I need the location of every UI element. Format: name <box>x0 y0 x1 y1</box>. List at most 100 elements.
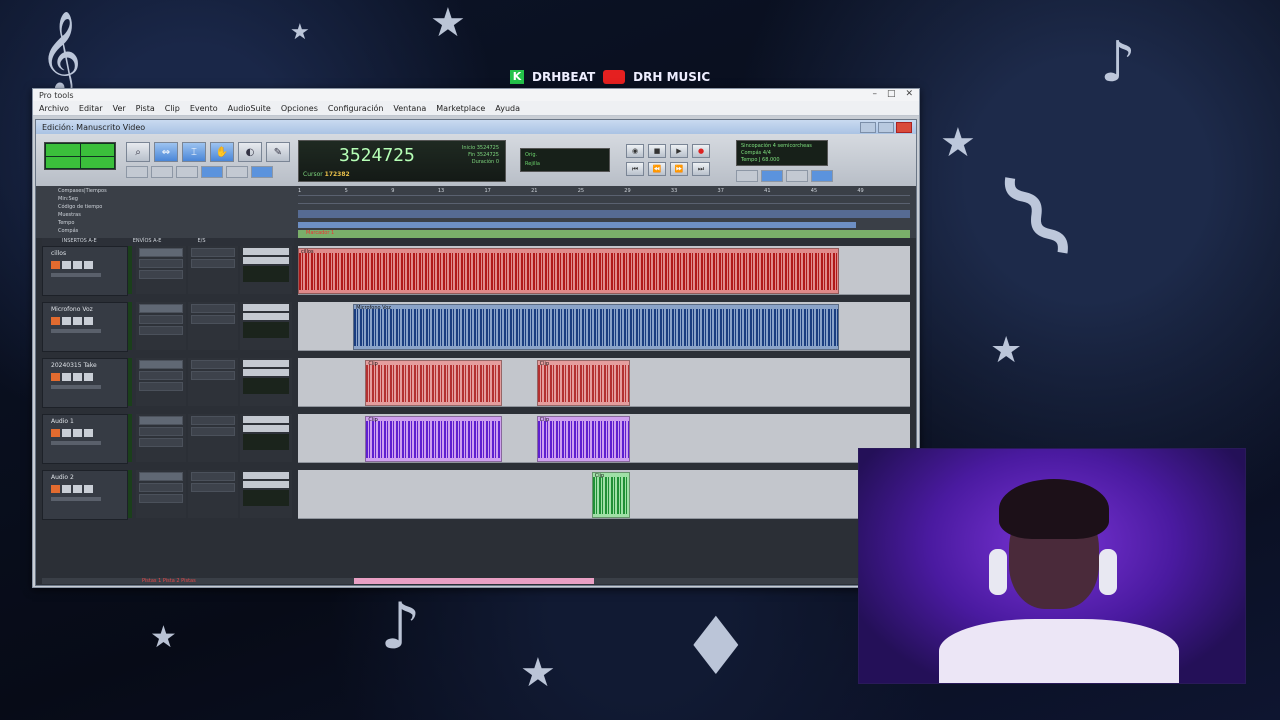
insert-slot[interactable] <box>139 416 183 425</box>
track-header[interactable]: Audio 1 <box>42 414 128 464</box>
send-slot[interactable] <box>191 304 235 313</box>
midi-merge-button[interactable] <box>786 170 808 182</box>
insert-slot[interactable] <box>139 315 183 324</box>
fast-forward-button[interactable]: ⏩ <box>670 162 688 176</box>
send-slot[interactable] <box>191 472 235 481</box>
audio-clip[interactable]: Clip <box>536 416 631 462</box>
audio-clip[interactable]: Clip <box>365 416 502 462</box>
mute-button[interactable] <box>84 429 93 437</box>
track-playlist-lane[interactable]: Clip Clip <box>298 358 910 407</box>
audio-clip[interactable]: Microfono Voz <box>353 304 839 350</box>
tool-option-6[interactable] <box>251 166 273 178</box>
insert-slot[interactable] <box>139 382 183 391</box>
solo-button[interactable] <box>73 261 82 269</box>
record-enable-button[interactable] <box>51 485 60 493</box>
volume-pan-display[interactable] <box>243 266 289 282</box>
send-slot[interactable] <box>191 360 235 369</box>
mute-button[interactable] <box>84 261 93 269</box>
menu-evento[interactable]: Evento <box>190 104 218 113</box>
selector-tool-icon[interactable]: ⌶ <box>182 142 206 162</box>
menu-ayuda[interactable]: Ayuda <box>495 104 520 113</box>
tool-option-1[interactable] <box>126 166 148 178</box>
insert-slot[interactable] <box>139 360 183 369</box>
edit-maximize-button[interactable] <box>878 122 894 133</box>
audio-clip[interactable]: Clip <box>591 472 631 518</box>
tool-option-4[interactable] <box>201 166 223 178</box>
record-enable-button[interactable] <box>51 261 60 269</box>
solo-button[interactable] <box>73 373 82 381</box>
input-monitor-button[interactable] <box>62 261 71 269</box>
volume-pan-display[interactable] <box>243 434 289 450</box>
mute-button[interactable] <box>84 485 93 493</box>
main-counter[interactable]: 3524725 Inicio 3524725 Fin 3524725 Durac… <box>298 140 506 182</box>
send-slot[interactable] <box>191 371 235 380</box>
edit-mode-buttons[interactable] <box>44 142 116 170</box>
output-selector[interactable] <box>243 425 289 432</box>
send-slot[interactable] <box>191 416 235 425</box>
input-monitor-button[interactable] <box>62 429 71 437</box>
mute-button[interactable] <box>84 373 93 381</box>
track-name[interactable]: Audio 2 <box>51 474 127 481</box>
track-view-selector[interactable] <box>51 385 101 389</box>
midi-controls-display[interactable]: Sincopación 4 semicorcheas Compás 4/4 Te… <box>736 140 828 166</box>
track-playlist-lane[interactable]: cillos <box>298 246 910 295</box>
track-name[interactable]: Audio 1 <box>51 418 127 425</box>
wait-for-note-button[interactable] <box>736 170 758 182</box>
trim-tool-icon[interactable]: ⇔ <box>154 142 178 162</box>
send-slot[interactable] <box>191 427 235 436</box>
send-slot[interactable] <box>191 483 235 492</box>
track-playlist-lane[interactable]: Clip Clip <box>298 414 910 463</box>
track-view-selector[interactable] <box>51 329 101 333</box>
insert-slot[interactable] <box>139 326 183 335</box>
input-selector[interactable] <box>243 472 289 479</box>
track-name[interactable]: Microfono Voz <box>51 306 127 313</box>
mode-shuffle-button[interactable] <box>46 144 80 156</box>
menu-marketplace[interactable]: Marketplace <box>436 104 485 113</box>
pencil-tool-icon[interactable]: ✎ <box>266 142 290 162</box>
mode-spot-button[interactable] <box>80 144 114 156</box>
audio-clip[interactable]: Clip <box>365 360 502 406</box>
solo-button[interactable] <box>73 429 82 437</box>
minimize-button[interactable]: – <box>872 89 877 99</box>
volume-pan-display[interactable] <box>243 490 289 506</box>
menu-opciones[interactable]: Opciones <box>281 104 318 113</box>
return-to-zero-button[interactable]: ⏮ <box>626 162 644 176</box>
metronome-button[interactable] <box>761 170 783 182</box>
mode-slip-button[interactable] <box>46 156 80 168</box>
track-playlist-lane[interactable]: Microfono Voz <box>298 302 910 351</box>
insert-slot[interactable] <box>139 270 183 279</box>
mode-grid-button[interactable] <box>80 156 114 168</box>
track-view-selector[interactable] <box>51 497 101 501</box>
record-button[interactable]: ● <box>692 144 710 158</box>
tool-option-5[interactable] <box>226 166 248 178</box>
track-header[interactable]: Audio 2 <box>42 470 128 520</box>
output-selector[interactable] <box>243 313 289 320</box>
menu-ventana[interactable]: Ventana <box>393 104 426 113</box>
stop-button[interactable]: ■ <box>648 144 666 158</box>
insert-slot[interactable] <box>139 438 183 447</box>
scrubber-tool-icon[interactable]: ◐ <box>238 142 262 162</box>
audio-clip[interactable]: Clip <box>536 360 631 406</box>
volume-pan-display[interactable] <box>243 322 289 338</box>
track-header[interactable]: cillos <box>42 246 128 296</box>
tool-option-3[interactable] <box>176 166 198 178</box>
menu-clip[interactable]: Clip <box>165 104 180 113</box>
insert-slot[interactable] <box>139 427 183 436</box>
track-view-selector[interactable] <box>51 273 101 277</box>
close-button[interactable]: ✕ <box>905 89 913 99</box>
insert-slot[interactable] <box>139 472 183 481</box>
track-name[interactable]: cillos <box>51 250 127 257</box>
input-selector[interactable] <box>243 416 289 423</box>
mute-button[interactable] <box>84 317 93 325</box>
menu-configuracion[interactable]: Configuración <box>328 104 384 113</box>
menu-audiosuite[interactable]: AudioSuite <box>228 104 271 113</box>
go-to-end-button[interactable]: ⏭ <box>692 162 710 176</box>
output-selector[interactable] <box>243 257 289 264</box>
menu-archivo[interactable]: Archivo <box>39 104 69 113</box>
input-monitor-button[interactable] <box>62 485 71 493</box>
track-header[interactable]: Microfono Voz <box>42 302 128 352</box>
track-view-selector[interactable] <box>51 441 101 445</box>
online-button[interactable]: ◉ <box>626 144 644 158</box>
menu-pista[interactable]: Pista <box>136 104 155 113</box>
input-monitor-button[interactable] <box>62 317 71 325</box>
